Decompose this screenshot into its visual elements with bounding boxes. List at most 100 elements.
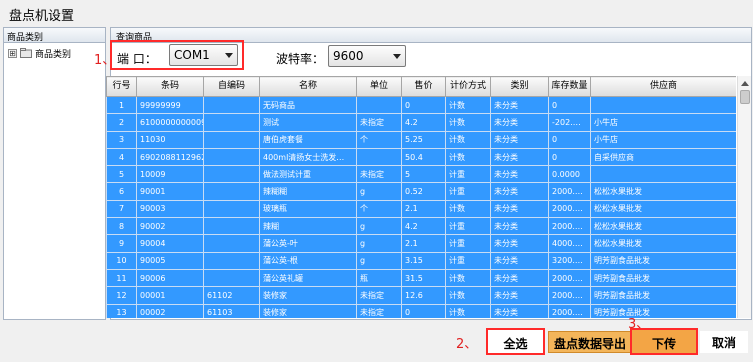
table-cell: 未分类 bbox=[490, 182, 549, 201]
column-header[interactable]: 类别 bbox=[490, 76, 549, 97]
table-cell: 未指定 bbox=[356, 286, 402, 305]
table-cell: 10 bbox=[106, 251, 137, 270]
column-header[interactable]: 自编码 bbox=[203, 76, 260, 97]
table-cell: g bbox=[356, 251, 402, 270]
table-cell: 12.6 bbox=[401, 286, 446, 305]
table-cell: 90002 bbox=[136, 217, 204, 236]
table-cell: 90001 bbox=[136, 182, 204, 201]
table-cell: 2000.… bbox=[548, 286, 591, 305]
table-cell: 计重 bbox=[445, 217, 491, 236]
table-cell: 松松水果批发 bbox=[590, 182, 736, 201]
table-cell: 自采供应商 bbox=[590, 147, 736, 167]
vertical-scrollbar[interactable] bbox=[737, 76, 751, 318]
product-grid[interactable]: 行号 条码 自编码 名称 单位 售价 计价方式 类别 库存数量 供应商 1 999… bbox=[106, 76, 736, 318]
column-header[interactable]: 计价方式 bbox=[445, 76, 491, 97]
table-cell: 计重 bbox=[445, 165, 491, 184]
table-cell: 计数 bbox=[445, 147, 491, 167]
folder-icon bbox=[20, 48, 32, 58]
tree-item-categories[interactable]: ⊞ 商品类别 bbox=[8, 46, 71, 60]
table-cell: 唐伯虎套餐 bbox=[259, 130, 357, 149]
column-header[interactable]: 条码 bbox=[136, 76, 204, 97]
table-cell: 0.0000 bbox=[548, 165, 591, 184]
table-cell: 2.1 bbox=[401, 199, 446, 219]
table-cell bbox=[203, 217, 260, 236]
table-cell: 计数 bbox=[445, 268, 491, 288]
table-cell: 蒲公英-叶 bbox=[259, 234, 357, 253]
table-cell: 未分类 bbox=[490, 95, 549, 115]
download-button[interactable]: 下传 bbox=[630, 328, 698, 355]
table-cell: 蒲公英-根 bbox=[259, 251, 357, 270]
table-cell: 计数 bbox=[445, 199, 491, 219]
table-cell: 99999999 bbox=[136, 95, 204, 115]
table-cell: 蒲公英礼罐 bbox=[259, 268, 357, 288]
cancel-button[interactable]: 取消 bbox=[700, 331, 748, 353]
baud-select[interactable]: 9600 bbox=[328, 45, 406, 67]
table-cell: 6 bbox=[106, 182, 137, 201]
table-cell: 6100000000009 bbox=[136, 113, 204, 132]
table-cell: 1 bbox=[106, 95, 137, 115]
table-cell: 3.15 bbox=[401, 251, 446, 270]
table-cell: 计数 bbox=[445, 130, 491, 149]
table-cell: 4 bbox=[106, 147, 137, 167]
tree-expand-icon[interactable]: ⊞ bbox=[8, 48, 17, 58]
table-row[interactable]: 4 6902088112962 400ml清扬女士洗发… 50.4 计数 未分类 0 自采供应… bbox=[106, 147, 736, 167]
table-cell bbox=[203, 199, 260, 219]
table-cell: 未分类 bbox=[490, 199, 549, 219]
table-cell: 个 bbox=[356, 199, 402, 219]
table-cell: 5 bbox=[401, 165, 446, 184]
table-cell: 61103 bbox=[203, 303, 260, 318]
table-row[interactable]: 3 11030 唐伯虎套餐个 5.25 计数 未分类 0 小牛店 bbox=[106, 130, 736, 149]
table-row[interactable]: 8 90002 辣糊 g 4.2 计重 未分类 2000.… 松松水果批发 bbox=[106, 217, 736, 236]
title-bar: 盘点机设置 bbox=[0, 0, 753, 26]
scroll-up-icon[interactable] bbox=[738, 76, 752, 90]
table-cell: 装修家 bbox=[259, 303, 357, 318]
chevron-down-icon bbox=[225, 53, 233, 58]
table-cell bbox=[356, 147, 402, 167]
column-header[interactable]: 行号 bbox=[106, 76, 137, 97]
column-header[interactable]: 供应商 bbox=[590, 76, 736, 97]
table-cell: 0 bbox=[401, 303, 446, 318]
export-data-button[interactable]: 盘点数据导出 bbox=[548, 331, 632, 353]
table-cell: 计数 bbox=[445, 95, 491, 115]
table-cell: 0 bbox=[548, 130, 591, 149]
table-cell: 4.2 bbox=[401, 113, 446, 132]
table-row[interactable]: 12 00001 61102 装修家 未指定 12.6 计数 未分类 2000.… 明芳副食品批发 bbox=[106, 286, 736, 305]
table-cell: 瓶 bbox=[356, 268, 402, 288]
column-header[interactable]: 库存数量 bbox=[548, 76, 591, 97]
table-cell: 计数 bbox=[445, 286, 491, 305]
table-row[interactable]: 7 90003 玻璃瓶个 2.1 计数 未分类 2000.… 松松水果批发 bbox=[106, 199, 736, 219]
table-row[interactable]: 6 90001 辣糊糊 g 0.52 计重 未分类 2000.… 松松水果批发 bbox=[106, 182, 736, 201]
column-header[interactable]: 售价 bbox=[401, 76, 446, 97]
table-cell: 4.2 bbox=[401, 217, 446, 236]
scroll-thumb[interactable] bbox=[740, 90, 750, 104]
table-cell: 6902088112962 bbox=[136, 147, 204, 167]
table-cell: 10009 bbox=[136, 165, 204, 184]
table-cell: 未指定 bbox=[356, 165, 402, 184]
port-select[interactable]: COM1 bbox=[169, 44, 238, 66]
table-cell: 未分类 bbox=[490, 165, 549, 184]
table-cell: 2000.… bbox=[548, 199, 591, 219]
table-cell: 7 bbox=[106, 199, 137, 219]
table-row[interactable]: 2 6100000000009 测试 未指定 4.2 计数 未分类 -202.… 小牛店 bbox=[106, 113, 736, 132]
table-cell bbox=[203, 251, 260, 270]
table-cell: 4000.… bbox=[548, 234, 591, 253]
table-cell: 辣糊 bbox=[259, 217, 357, 236]
table-cell: 无码商品 bbox=[259, 95, 357, 115]
table-cell: 2.1 bbox=[401, 234, 446, 253]
table-row[interactable]: 9 90004 蒲公英-叶 g 2.1 计重 未分类 4000.… 松松水果批发 bbox=[106, 234, 736, 253]
table-row[interactable]: 11 90006 蒲公英礼罐瓶 31.5 计数 未分类 2000.… 明芳副食品批发 bbox=[106, 268, 736, 288]
table-cell: 2000.… bbox=[548, 182, 591, 201]
table-cell bbox=[203, 113, 260, 132]
table-cell: 松松水果批发 bbox=[590, 234, 736, 253]
column-header[interactable]: 单位 bbox=[356, 76, 402, 97]
table-cell: 61102 bbox=[203, 286, 260, 305]
port-label: 端 口： bbox=[117, 52, 157, 66]
column-header[interactable]: 名称 bbox=[259, 76, 357, 97]
table-row[interactable]: 10 90005 蒲公英-根 g 3.15 计重 未分类 3200.… 明芳副食品批发 bbox=[106, 251, 736, 270]
table-cell: 未分类 bbox=[490, 286, 549, 305]
table-row[interactable]: 1 99999999 无码商品 0 计数 未分类 0 bbox=[106, 95, 736, 115]
table-cell: 0 bbox=[548, 95, 591, 115]
baud-value: 9600 bbox=[333, 49, 364, 63]
table-row[interactable]: 5 10009 做法测试计重 未指定 5 计重 未分类 0.0000 bbox=[106, 165, 736, 184]
select-all-button[interactable]: 全选 bbox=[486, 328, 545, 355]
